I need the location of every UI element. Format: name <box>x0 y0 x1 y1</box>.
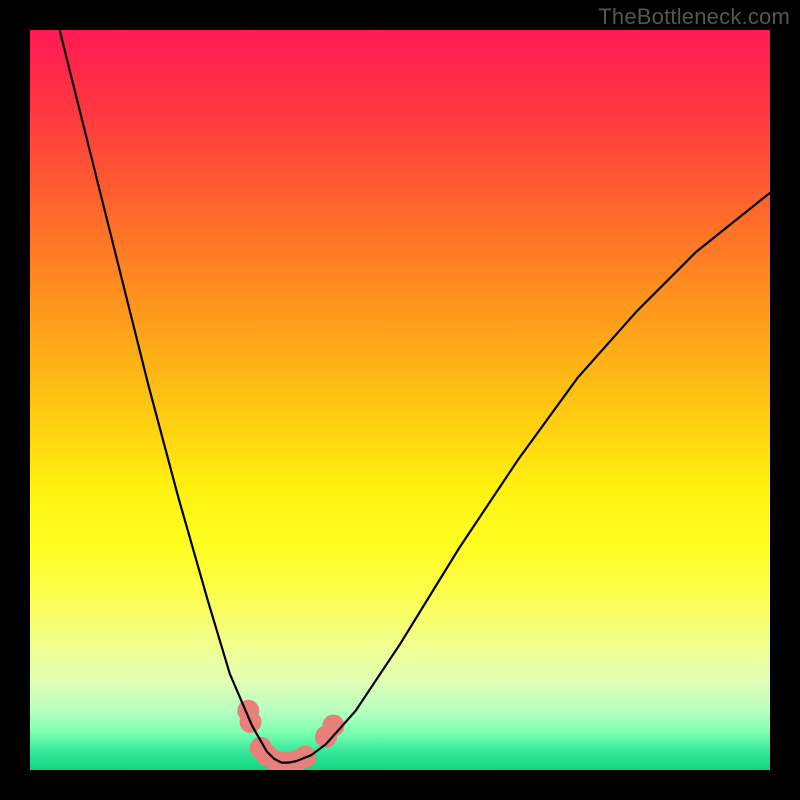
chart-svg <box>30 30 770 770</box>
chart-frame: TheBottleneck.com <box>0 0 800 800</box>
bottleneck-curve <box>60 30 770 763</box>
watermark-text: TheBottleneck.com <box>598 4 790 30</box>
marker-layer <box>237 700 344 770</box>
plot-area <box>30 30 770 770</box>
